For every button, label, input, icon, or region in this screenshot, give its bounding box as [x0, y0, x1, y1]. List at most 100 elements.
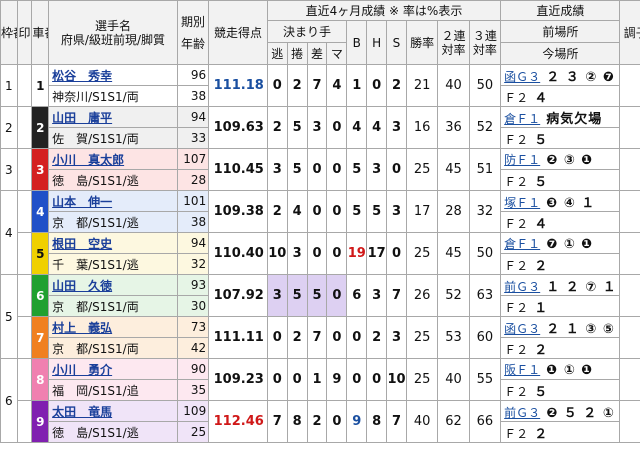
rider-row: 5 6 山田 久徳 93 107.92 3 5 5 0 6 3 7 26 52 63 前Ｇ３ １ ２ ⑦ １ [0, 274, 640, 359]
waku-number: 2 [0, 106, 18, 149]
prev-grade-link[interactable]: 塚Ｆ１ [502, 196, 540, 210]
kibetsu: 73 [176, 316, 210, 338]
rider-pref: 徳 島/S1S1/逃 [48, 169, 178, 191]
rider-name-cell[interactable]: 村上 義弘 [48, 316, 178, 338]
cur-result: Ｆ２ ４ [500, 211, 621, 233]
car-number-badge: 6 [31, 274, 50, 317]
rate-r2: 40 [437, 358, 470, 401]
header-ki-age: 期別 年齢 [176, 0, 210, 65]
mark-cell[interactable] [16, 274, 33, 317]
stat-s: 7 [386, 274, 407, 317]
prev-result: 前Ｇ３ ❷ ５ ２ ① [500, 400, 621, 422]
prev-grade-link[interactable]: 前Ｇ３ [502, 280, 540, 294]
prev-grade-link[interactable]: 倉Ｆ１ [502, 237, 540, 251]
header-kimarite: 決まり手 [266, 20, 348, 43]
rider-name-cell[interactable]: 山本 伸一 [48, 190, 178, 212]
kimarite-m: 2 [286, 64, 308, 107]
rider-name-cell[interactable]: 小川 勇介 [48, 358, 178, 380]
rider-name-link[interactable]: 根田 空史 [52, 237, 112, 251]
rider-name-link[interactable]: 太田 竜馬 [52, 405, 112, 419]
header-cond: 調子 [619, 0, 640, 65]
prev-grade-link[interactable]: 阪Ｆ１ [502, 363, 540, 377]
rate-r3: 63 [468, 274, 502, 317]
rider-name-cell[interactable]: 松谷 秀幸 [48, 64, 178, 86]
rider-name-link[interactable]: 小川 勇介 [52, 363, 112, 377]
mark-cell[interactable] [16, 148, 33, 191]
kimarite-m: 8 [286, 400, 308, 443]
mark-cell[interactable] [16, 232, 33, 275]
rider-name-cell[interactable]: 小川 真太郎 [48, 148, 178, 170]
cur-result: Ｆ２ ５ [500, 127, 621, 149]
mark-cell[interactable] [16, 64, 33, 107]
prev-grade-link[interactable]: 前Ｇ３ [502, 406, 540, 420]
prev-grade-link[interactable]: 倉Ｆ１ [502, 112, 540, 126]
stat-s: 3 [386, 190, 407, 233]
rate-w: 26 [405, 274, 439, 317]
cur-result-marks: ２ [534, 342, 549, 358]
mark-cell[interactable] [16, 316, 33, 359]
rate-r2: 52 [437, 274, 470, 317]
mark-cell[interactable] [16, 358, 33, 401]
age: 32 [176, 253, 210, 275]
prev-grade-link[interactable]: 函Ｇ３ [502, 322, 540, 336]
mark-cell[interactable] [16, 106, 33, 149]
kimarite-ma: 0 [326, 400, 348, 443]
rate-w: 25 [405, 232, 439, 275]
prev-grade-link[interactable]: 函Ｇ３ [502, 70, 540, 84]
rider-name-link[interactable]: 山田 久徳 [52, 279, 112, 293]
race-score: 109.63 [208, 106, 268, 149]
stat-b: 0 [346, 358, 368, 401]
car-number-badge: 7 [31, 316, 50, 359]
rider-name-link[interactable]: 村上 義弘 [52, 321, 112, 335]
kimarite-n: 10 [266, 232, 288, 275]
mark-cell[interactable] [16, 190, 33, 233]
kimarite-n: 0 [266, 64, 288, 107]
rider-row: 7 村上 義弘 73 111.11 0 2 7 0 0 2 3 25 53 60 函Ｇ３ ２ １ ③ ⑤ [1, 316, 640, 359]
car-number-badge: 5 [31, 232, 50, 275]
kimarite-sa: 1 [306, 358, 328, 401]
age: 42 [176, 337, 210, 359]
header-mark: マ [326, 42, 348, 65]
stat-b: 6 [346, 274, 368, 317]
header-rate3: ３連 対率 [468, 20, 502, 65]
age: 35 [176, 379, 210, 401]
rate-r3: 55 [468, 358, 502, 401]
stat-h: 3 [366, 274, 388, 317]
kimarite-sa: 2 [306, 400, 328, 443]
kimarite-ma: 0 [326, 274, 348, 317]
stat-s: 2 [386, 64, 407, 107]
kimarite-m: 5 [286, 106, 308, 149]
prev-grade-link[interactable]: 防Ｆ１ [502, 153, 540, 167]
header-waku: 枠番 [0, 0, 18, 65]
header-ima: 今場所 [500, 42, 621, 65]
rate-r3: 32 [468, 190, 502, 233]
rider-name-cell[interactable]: 太田 竜馬 [48, 400, 178, 422]
condition-cell [619, 148, 640, 191]
cur-result-marks: ２ [534, 258, 549, 274]
rider-pref: 佐 賀/S1S1/両 [48, 127, 178, 149]
condition-cell [619, 274, 640, 317]
rider-name-link[interactable]: 小川 真太郎 [52, 153, 124, 167]
rider-name-cell[interactable]: 根田 空史 [48, 232, 178, 254]
rider-name-link[interactable]: 山本 伸一 [52, 195, 112, 209]
cur-result: Ｆ２ ４ [500, 85, 621, 107]
cur-result-marks: ４ [534, 90, 549, 106]
prev-result-marks: ❷ ③ ❶ [546, 152, 594, 168]
kimarite-ma: 0 [326, 232, 348, 275]
rider-row: 6 8 小川 勇介 90 109.23 0 0 1 9 0 0 10 25 40 55 阪Ｆ１ ❶ ① ❶ [0, 358, 640, 443]
rider-pref: 神奈川/S1S1/両 [48, 85, 178, 107]
rate-w: 16 [405, 106, 439, 149]
stat-s: 0 [386, 148, 407, 191]
stat-b: 1 [346, 64, 368, 107]
rider-name-cell[interactable]: 山田 庸平 [48, 106, 178, 128]
stat-s: 3 [386, 106, 407, 149]
kimarite-n: 7 [266, 400, 288, 443]
rider-name-cell[interactable]: 山田 久徳 [48, 274, 178, 296]
cur-result-marks: ５ [534, 384, 549, 400]
rider-name-link[interactable]: 山田 庸平 [52, 111, 112, 125]
mark-cell[interactable] [16, 400, 33, 443]
race-score: 112.46 [208, 400, 268, 443]
rider-name-link[interactable]: 松谷 秀幸 [52, 69, 112, 83]
rider-row: 9 太田 竜馬 109 112.46 7 8 2 0 9 8 7 40 62 66 前Ｇ３ ❷ ５ ２ ① [1, 400, 640, 443]
kimarite-n: 3 [266, 274, 288, 317]
